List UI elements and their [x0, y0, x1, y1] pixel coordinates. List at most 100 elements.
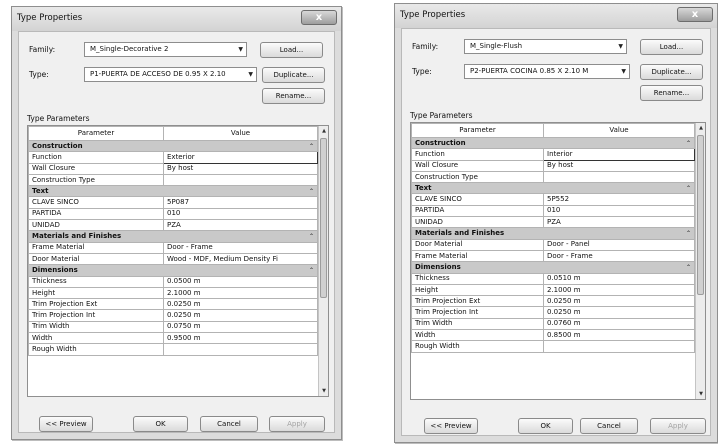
cancel-button[interactable]: Cancel: [580, 418, 638, 434]
group-row-text[interactable]: Text ⌃: [28, 185, 318, 198]
table-row[interactable]: Trim Projection Int 0.0250 m: [28, 309, 318, 322]
param-value[interactable]: 0.8500 m: [543, 329, 695, 342]
param-value[interactable]: [543, 340, 695, 353]
table-row[interactable]: PARTIDA 010: [411, 204, 695, 218]
apply-button[interactable]: Apply: [650, 418, 706, 434]
param-value[interactable]: 0.0250 m: [543, 295, 695, 308]
duplicate-button[interactable]: Duplicate...: [262, 67, 325, 83]
param-value[interactable]: Door - Frame: [163, 241, 318, 254]
param-value[interactable]: 010: [543, 204, 695, 218]
group-row-materials[interactable]: Materials and Finishes ⌃: [411, 227, 695, 240]
group-row-construction[interactable]: Construction ⌃: [411, 136, 695, 150]
table-row[interactable]: Thickness 0.0510 m: [411, 272, 695, 285]
param-value[interactable]: 2.1000 m: [163, 286, 318, 300]
close-button[interactable]: x: [677, 7, 713, 22]
table-row[interactable]: Door Material Door - Panel: [411, 238, 695, 251]
group-row-dimensions[interactable]: Dimensions ⌃: [411, 261, 695, 274]
table-row[interactable]: Frame Material Door - Frame: [28, 241, 318, 254]
close-button[interactable]: x: [301, 10, 337, 25]
param-value[interactable]: 0.0250 m: [163, 298, 318, 311]
scroll-up-icon[interactable]: ▲: [319, 126, 328, 136]
table-row[interactable]: Construction Type: [411, 170, 695, 184]
preview-button[interactable]: << Preview: [39, 416, 93, 432]
param-value[interactable]: PZA: [163, 219, 318, 232]
duplicate-button[interactable]: Duplicate...: [640, 64, 703, 80]
collapse-icon[interactable]: ⌃: [686, 139, 691, 148]
cancel-button[interactable]: Cancel: [200, 416, 258, 432]
param-value[interactable]: Door - Panel: [543, 238, 695, 251]
collapse-icon[interactable]: ⌃: [309, 232, 314, 241]
param-value[interactable]: 0.9500 m: [163, 332, 318, 345]
param-value[interactable]: 0.0760 m: [543, 317, 695, 331]
table-row[interactable]: Wall Closure By host: [28, 162, 318, 175]
preview-button[interactable]: << Preview: [424, 418, 478, 434]
table-row[interactable]: Trim Width 0.0760 m: [411, 317, 695, 331]
table-row[interactable]: UNIDAD PZA: [28, 219, 318, 232]
param-value[interactable]: 0.0510 m: [543, 272, 695, 285]
table-row[interactable]: Thickness 0.0500 m: [28, 275, 318, 288]
table-row[interactable]: Rough Width: [28, 343, 318, 356]
table-row[interactable]: Door Material Wood - MDF, Medium Density …: [28, 252, 318, 266]
vertical-scrollbar[interactable]: ▲ ▼: [695, 123, 705, 399]
group-row-construction[interactable]: Construction ⌃: [28, 139, 318, 153]
type-select[interactable]: P2-PUERTA COCINA 0.85 X 2.10 M ▼: [464, 64, 630, 79]
title-bar[interactable]: Type Properties x: [395, 4, 717, 28]
collapse-icon[interactable]: ⌃: [686, 184, 691, 193]
param-value[interactable]: 2.1000 m: [543, 283, 695, 297]
table-row[interactable]: CLAVE SINCO 5P552: [411, 193, 695, 206]
apply-button[interactable]: Apply: [269, 416, 325, 432]
load-button[interactable]: Load...: [260, 42, 323, 58]
title-bar[interactable]: Type Properties x: [12, 7, 341, 31]
param-value[interactable]: Wood - MDF, Medium Density Fi: [163, 252, 318, 266]
collapse-icon[interactable]: ⌃: [309, 187, 314, 196]
scroll-up-icon[interactable]: ▲: [696, 123, 705, 133]
table-row[interactable]: Frame Material Door - Frame: [411, 249, 695, 263]
param-value[interactable]: 5P552: [543, 193, 695, 206]
load-button[interactable]: Load...: [640, 39, 703, 55]
scrollbar-thumb[interactable]: [697, 135, 704, 295]
scroll-down-icon[interactable]: ▼: [696, 389, 705, 399]
table-row[interactable]: CLAVE SINCO 5P087: [28, 196, 318, 209]
param-value[interactable]: By host: [543, 159, 695, 172]
type-select[interactable]: P1-PUERTA DE ACCESO DE 0.95 X 2.10 ▼: [84, 67, 257, 82]
family-select[interactable]: M_Single-Decorative 2 ▼: [84, 42, 247, 57]
family-select[interactable]: M_Single-Flush ▼: [464, 39, 627, 54]
rename-button[interactable]: Rename...: [262, 88, 325, 104]
table-row[interactable]: Function Interior: [411, 148, 695, 161]
table-row[interactable]: Function Exterior: [28, 151, 318, 164]
table-row[interactable]: Trim Projection Ext 0.0250 m: [28, 298, 318, 311]
ok-button[interactable]: OK: [518, 418, 573, 434]
scrollbar-thumb[interactable]: [320, 138, 327, 298]
group-row-text[interactable]: Text ⌃: [411, 182, 695, 195]
param-value[interactable]: [163, 343, 318, 356]
table-row[interactable]: Width 0.9500 m: [28, 332, 318, 345]
param-value[interactable]: 010: [163, 207, 318, 221]
param-value[interactable]: [543, 170, 695, 184]
param-value[interactable]: 0.0250 m: [543, 306, 695, 319]
rename-button[interactable]: Rename...: [640, 85, 703, 101]
param-value[interactable]: Interior: [543, 148, 695, 161]
table-row[interactable]: Height 2.1000 m: [28, 286, 318, 300]
param-value[interactable]: Door - Frame: [543, 249, 695, 263]
collapse-icon[interactable]: ⌃: [309, 142, 314, 151]
table-row[interactable]: Width 0.8500 m: [411, 329, 695, 342]
param-value[interactable]: 5P087: [163, 196, 318, 209]
param-value[interactable]: PZA: [543, 216, 695, 229]
param-value[interactable]: 0.0250 m: [163, 309, 318, 322]
table-row[interactable]: Trim Width 0.0750 m: [28, 320, 318, 334]
table-row[interactable]: Construction Type: [28, 173, 318, 187]
table-row[interactable]: Wall Closure By host: [411, 159, 695, 172]
collapse-icon[interactable]: ⌃: [686, 263, 691, 272]
param-value[interactable]: Exterior: [163, 151, 318, 164]
ok-button[interactable]: OK: [133, 416, 188, 432]
param-value[interactable]: [163, 173, 318, 187]
collapse-icon[interactable]: ⌃: [309, 266, 314, 275]
group-row-dimensions[interactable]: Dimensions ⌃: [28, 264, 318, 277]
table-row[interactable]: Trim Projection Int 0.0250 m: [411, 306, 695, 319]
table-row[interactable]: PARTIDA 010: [28, 207, 318, 221]
scroll-down-icon[interactable]: ▼: [319, 386, 328, 396]
param-value[interactable]: 0.0500 m: [163, 275, 318, 288]
table-row[interactable]: UNIDAD PZA: [411, 216, 695, 229]
table-row[interactable]: Rough Width: [411, 340, 695, 353]
table-row[interactable]: Trim Projection Ext 0.0250 m: [411, 295, 695, 308]
